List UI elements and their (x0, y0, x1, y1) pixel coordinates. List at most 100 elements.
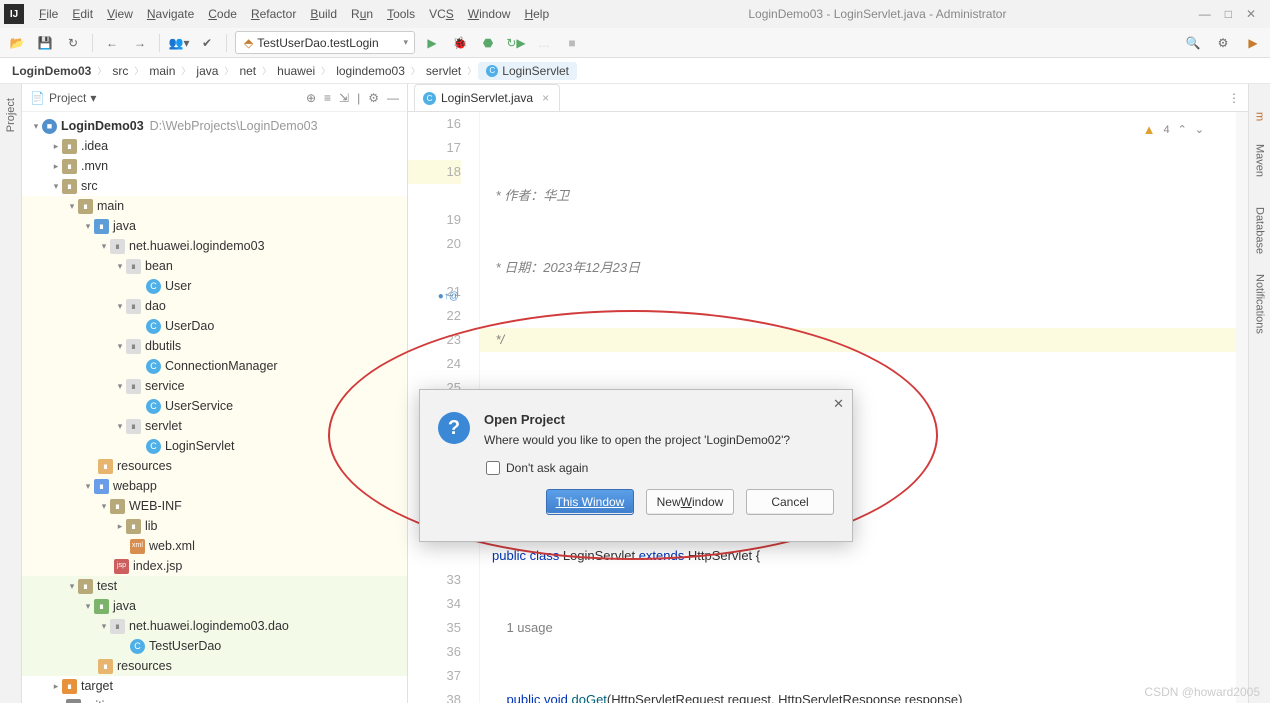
question-icon: ? (438, 412, 470, 444)
run-config-combo[interactable]: ⬘ TestUserDao.testLogin (235, 31, 415, 54)
project-panel: 📄 Project ▾ ⊕ ≡ ⇲ | ⚙ — ▾■LoginDemo03D:\… (22, 84, 408, 703)
this-window-button[interactable]: This Window (546, 489, 634, 515)
open-icon[interactable]: 📂 (6, 32, 28, 54)
tree-mvn[interactable]: .mvn (81, 156, 108, 176)
tree-lib[interactable]: lib (145, 516, 158, 536)
maximize-icon[interactable]: □ (1225, 7, 1232, 21)
project-tree[interactable]: ▾■LoginDemo03D:\WebProjects\LoginDemo03 … (22, 112, 407, 703)
save-icon[interactable]: 💾 (34, 32, 56, 54)
menu-run[interactable]: Run (344, 5, 380, 23)
crumb-file[interactable]: CLoginServlet (478, 62, 577, 80)
tree-testjava[interactable]: java (113, 596, 136, 616)
menu-build[interactable]: Build (303, 5, 344, 23)
tree-servletpkg[interactable]: servlet (145, 416, 182, 436)
tree-main[interactable]: main (97, 196, 124, 216)
tree-testuserdao[interactable]: TestUserDao (149, 636, 221, 656)
crumb-java[interactable]: java (192, 62, 222, 80)
close-icon[interactable]: ✕ (1246, 7, 1256, 21)
users-icon[interactable]: 👥▾ (168, 32, 190, 54)
tree-java[interactable]: java (113, 216, 136, 236)
coverage-icon[interactable]: ⬣ (477, 32, 499, 54)
crumb-net[interactable]: net (235, 62, 260, 80)
tree-idea[interactable]: .idea (81, 136, 108, 156)
menu-vcs[interactable]: VCS (422, 5, 461, 23)
tree-resources[interactable]: resources (117, 456, 172, 476)
notifications-tool-button[interactable]: Notifications (1254, 264, 1266, 344)
crumb-main[interactable]: main (145, 62, 179, 80)
collapse-icon[interactable]: ⇲ (339, 91, 349, 105)
menu-refactor[interactable]: Refactor (244, 5, 303, 23)
logo-icon[interactable]: ▶ (1242, 32, 1264, 54)
tree-src[interactable]: src (81, 176, 98, 196)
menu-navigate[interactable]: Navigate (140, 5, 201, 23)
menu-help[interactable]: Help (517, 5, 556, 23)
dialog-close-icon[interactable]: ✕ (833, 396, 844, 412)
titlebar: IJ File Edit View Navigate Code Refactor… (0, 0, 1270, 28)
tab-close-icon[interactable]: × (542, 91, 549, 105)
editor-tabs: CLoginServlet.java× ⋮ (408, 84, 1248, 112)
profile-icon[interactable]: ↻▶ (505, 32, 527, 54)
minimize-icon[interactable]: — (1199, 7, 1211, 21)
tree-target[interactable]: target (81, 676, 113, 696)
new-window-button[interactable]: New Window (646, 489, 734, 515)
tree-webapp[interactable]: webapp (113, 476, 157, 496)
database-tool-button[interactable]: Database (1254, 197, 1266, 264)
tabs-more-icon[interactable]: ⋮ (1228, 91, 1240, 105)
search-icon[interactable]: 🔍 (1182, 32, 1204, 54)
crumb-src[interactable]: src (108, 62, 132, 80)
project-panel-title[interactable]: 📄 Project ▾ (30, 91, 96, 105)
tree-indexjsp[interactable]: index.jsp (133, 556, 182, 576)
tree-testpkg[interactable]: net.huawei.logindemo03.dao (129, 616, 289, 636)
tree-userdao[interactable]: UserDao (165, 316, 214, 336)
crumb-root[interactable]: LoginDemo03 (8, 62, 95, 80)
crumb-servlet[interactable]: servlet (422, 62, 465, 80)
menu-file[interactable]: File (32, 5, 65, 23)
run-icon[interactable]: ▶ (421, 32, 443, 54)
back-icon[interactable]: ← (101, 32, 123, 54)
crumb-pkg[interactable]: logindemo03 (332, 62, 409, 80)
divider-icon: | (357, 91, 360, 105)
tree-test[interactable]: test (97, 576, 117, 596)
left-strip: Project (0, 84, 22, 703)
tree-root[interactable]: LoginDemo03 (61, 116, 144, 136)
stop-icon[interactable]: … (533, 32, 555, 54)
tree-userservice[interactable]: UserService (165, 396, 233, 416)
cancel-button[interactable]: Cancel (746, 489, 834, 515)
menu-view[interactable]: View (100, 5, 140, 23)
inspection-widget[interactable]: ▲4⌃⌄ (1143, 118, 1204, 142)
menu-edit[interactable]: Edit (65, 5, 100, 23)
tree-conn[interactable]: ConnectionManager (165, 356, 278, 376)
dialog-dont-ask[interactable]: Don't ask again (420, 457, 852, 475)
dont-ask-checkbox[interactable] (486, 461, 500, 475)
refresh-icon[interactable]: ↻ (62, 32, 84, 54)
crumb-huawei[interactable]: huawei (273, 62, 319, 80)
tree-service[interactable]: service (145, 376, 185, 396)
menu-tools[interactable]: Tools (380, 5, 422, 23)
menu-code[interactable]: Code (201, 5, 244, 23)
tab-loginservlet[interactable]: CLoginServlet.java× (414, 84, 560, 111)
tree-pkg[interactable]: net.huawei.logindemo03 (129, 236, 265, 256)
tree-testres[interactable]: resources (117, 656, 172, 676)
tree-bean[interactable]: bean (145, 256, 173, 276)
tree-webxml[interactable]: web.xml (149, 536, 195, 556)
tree-loginservlet[interactable]: LoginServlet (165, 436, 235, 456)
project-tool-button[interactable]: Project (5, 92, 17, 138)
breadcrumb: LoginDemo03〉 src〉 main〉 java〉 net〉 huawe… (0, 58, 1270, 84)
hide-icon[interactable]: — (387, 91, 399, 105)
tree-dbutils[interactable]: dbutils (145, 336, 181, 356)
tree-user[interactable]: User (165, 276, 191, 296)
tree-dao[interactable]: dao (145, 296, 166, 316)
menu-window[interactable]: Window (461, 5, 518, 23)
panel-gear-icon[interactable]: ⚙ (368, 91, 379, 105)
gear-icon[interactable]: ⚙ (1212, 32, 1234, 54)
tree-gitignore[interactable]: .gitignore (85, 696, 136, 703)
dialog-title: Open Project (484, 412, 790, 427)
debug-icon[interactable]: 🐞 (449, 32, 471, 54)
target-icon[interactable]: ⊕ (306, 91, 316, 105)
check-icon[interactable]: ✔︎ (196, 32, 218, 54)
maven-tool-button[interactable]: m Maven (1254, 92, 1266, 197)
forward-icon[interactable]: → (129, 32, 151, 54)
tree-webinf[interactable]: WEB-INF (129, 496, 182, 516)
error-stripe[interactable] (1236, 112, 1248, 703)
expand-icon[interactable]: ≡ (324, 91, 331, 105)
